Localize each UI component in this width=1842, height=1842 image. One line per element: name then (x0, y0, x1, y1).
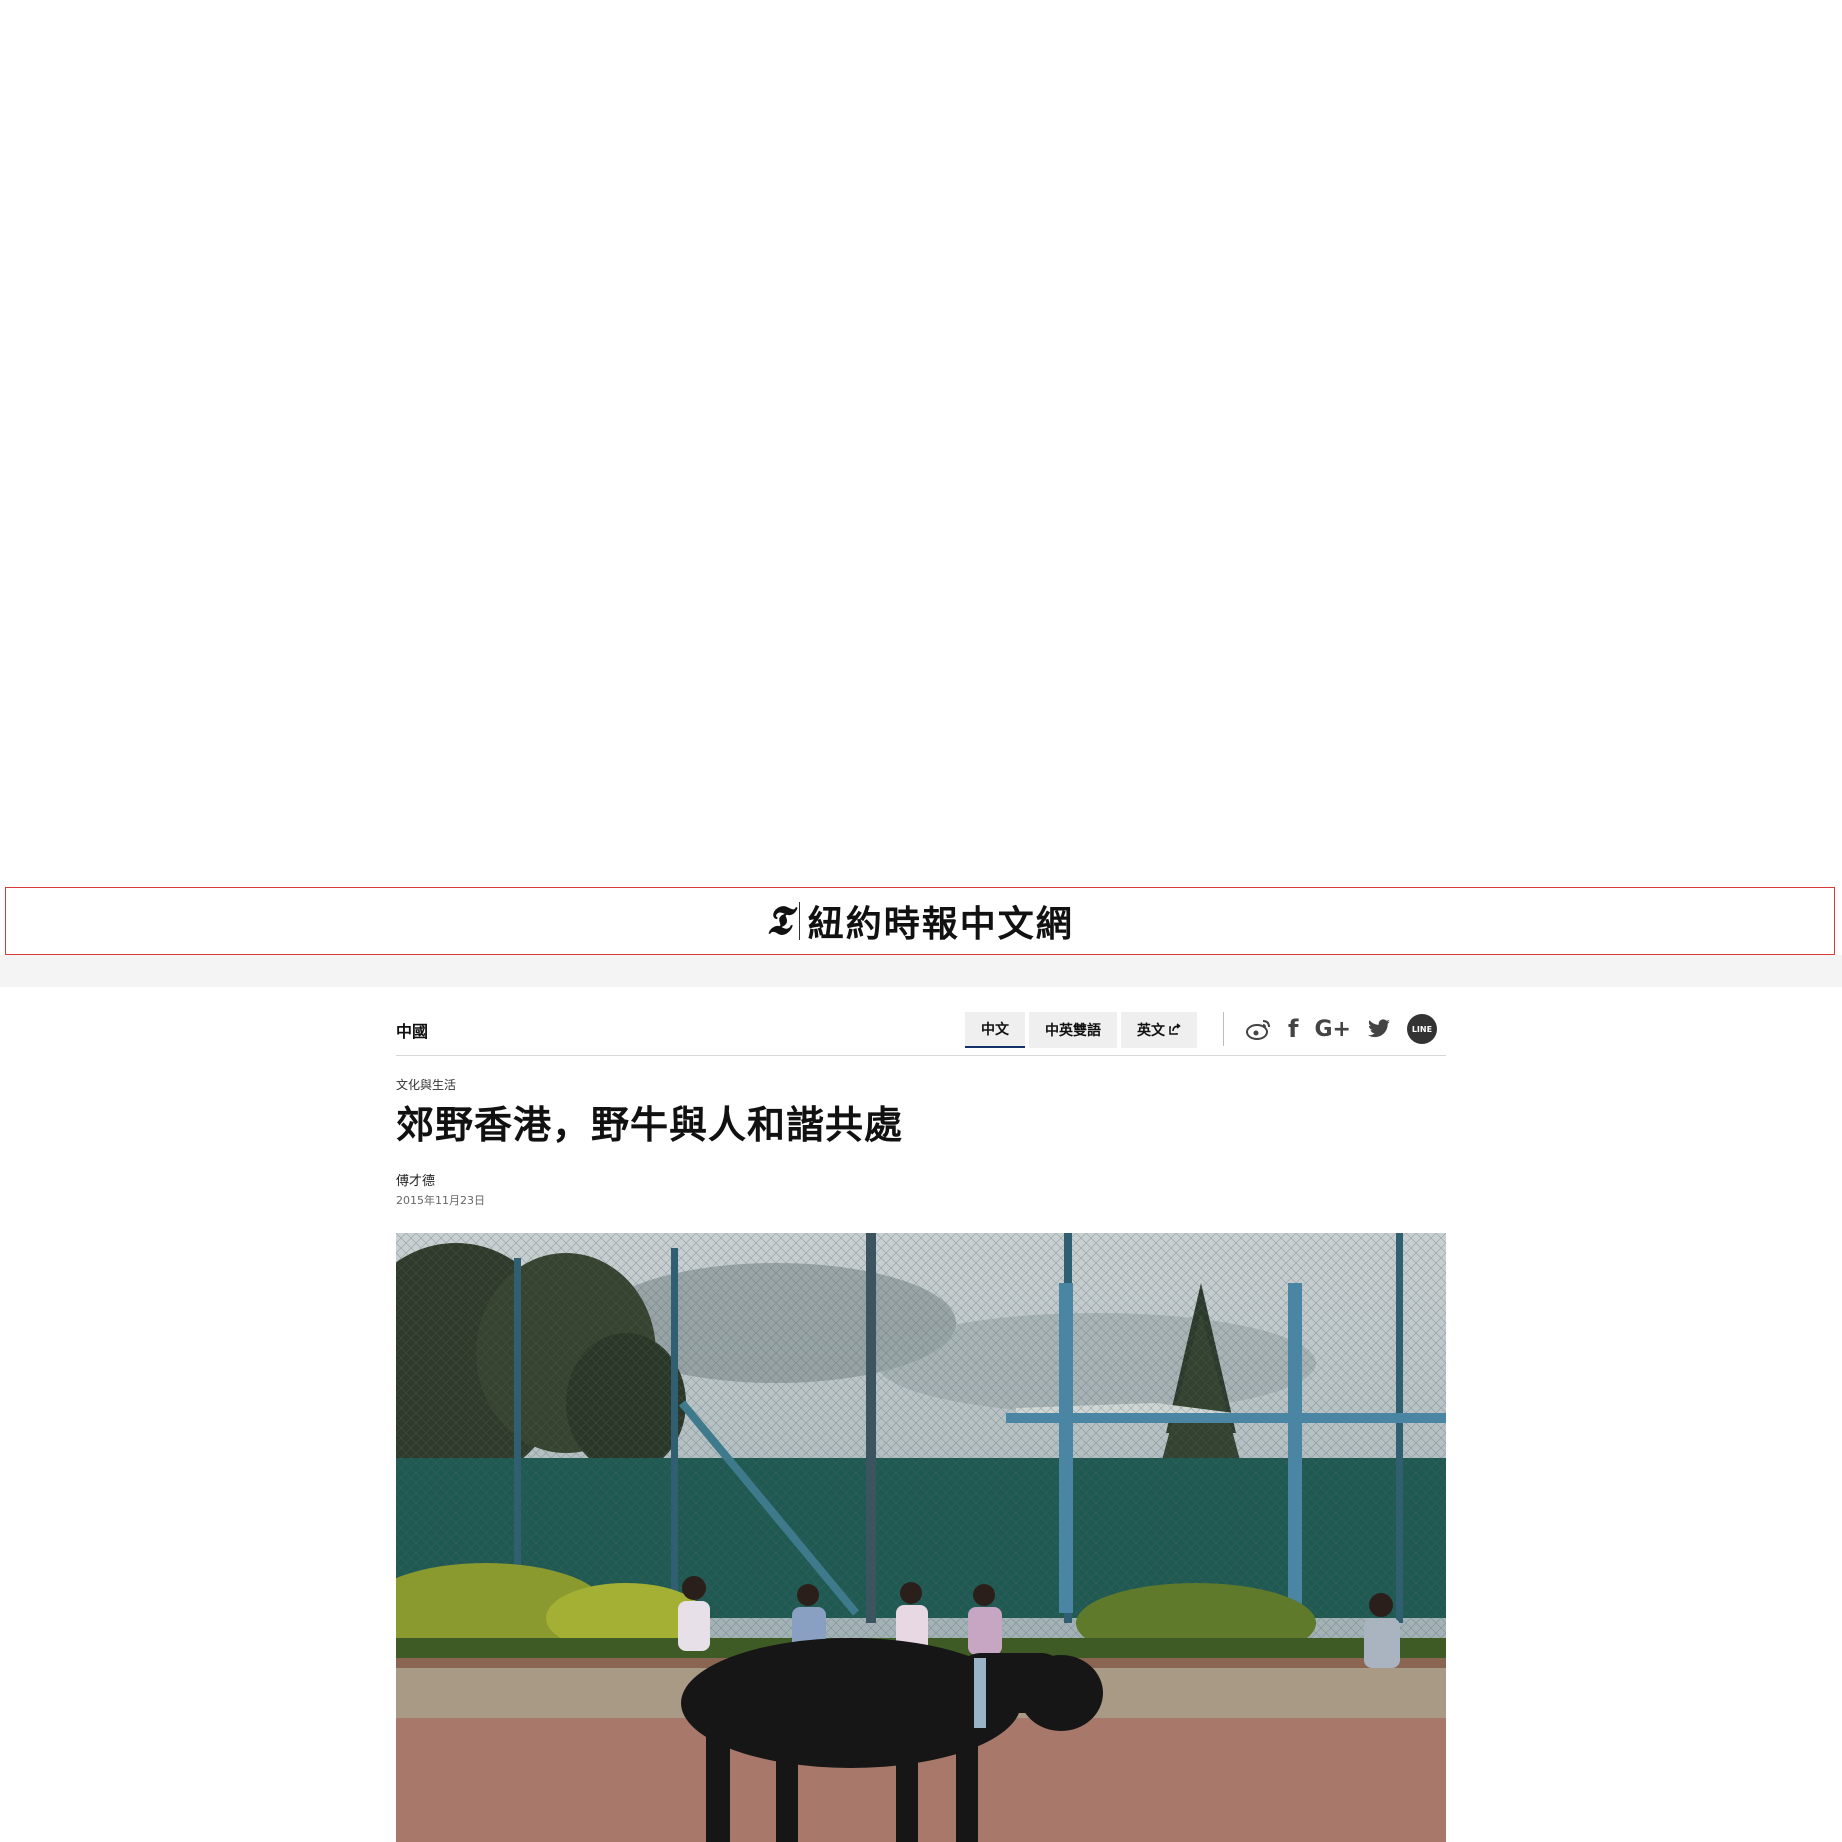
masthead: 𝕿 紐約時報中文網 (5, 887, 1835, 955)
logo-divider (798, 902, 800, 940)
tab-english[interactable]: 英文 (1121, 1012, 1197, 1048)
article-toolbar: 中國 中文 中英雙語 英文 f G+ LINE (396, 1008, 1446, 1056)
facebook-icon[interactable]: f (1288, 1014, 1298, 1044)
nyt-t-logo-icon: 𝕿 (766, 897, 791, 944)
tab-label: 中英雙語 (1045, 1023, 1101, 1039)
toolbar-divider (1223, 1012, 1224, 1046)
article-kicker[interactable]: 文化與生活 (396, 1076, 456, 1093)
header-band (0, 955, 1842, 987)
language-tabs: 中文 中英雙語 英文 (965, 1012, 1197, 1048)
tab-label: 英文 (1137, 1023, 1165, 1039)
lead-photo-illustration (396, 1233, 1446, 1842)
twitter-icon[interactable] (1367, 1014, 1391, 1044)
weibo-icon[interactable] (1246, 1014, 1272, 1044)
line-icon[interactable]: LINE (1406, 1014, 1437, 1044)
google-plus-icon[interactable]: G+ (1314, 1014, 1351, 1044)
share-bar: f G+ LINE (1246, 1014, 1437, 1044)
article-date: 2015年11月23日 (396, 1194, 485, 1207)
article-lead-image (396, 1233, 1446, 1842)
tab-bilingual[interactable]: 中英雙語 (1029, 1012, 1117, 1048)
tab-label: 中文 (981, 1022, 1009, 1038)
tab-chinese[interactable]: 中文 (965, 1012, 1025, 1048)
nyt-chinese-logo[interactable]: 𝕿 紐約時報中文網 (766, 895, 1074, 947)
page: 𝕿 紐約時報中文網 中國 中文 中英雙語 英文 f G+ LINE 文化與生活 … (0, 0, 1842, 1842)
external-link-icon (1169, 1022, 1181, 1038)
article-byline[interactable]: 傅才德 (396, 1170, 435, 1189)
section-link[interactable]: 中國 (396, 1018, 428, 1042)
article-headline: 郊野香港，野牛與人和諧共處 (396, 1103, 904, 1147)
logo-wordmark: 紐約時報中文網 (807, 903, 1074, 945)
